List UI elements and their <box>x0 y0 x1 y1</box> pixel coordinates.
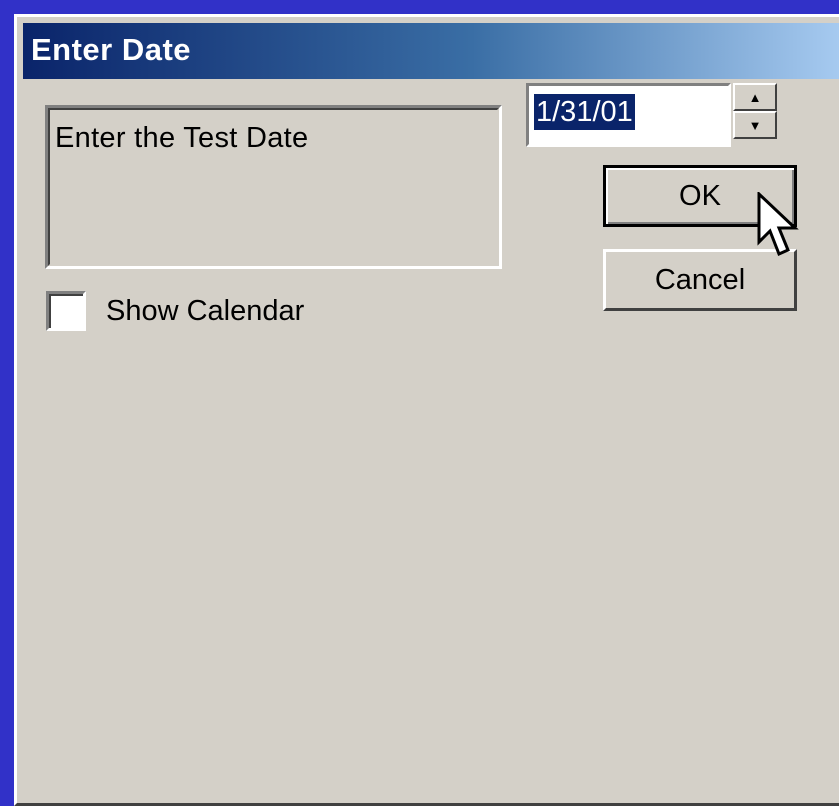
prompt-box: Enter the Test Date <box>45 105 502 269</box>
arrow-up-icon: ▲ <box>748 89 762 105</box>
date-spinner[interactable]: ▲ ▼ <box>733 83 777 139</box>
date-input[interactable]: 1/31/01 <box>526 83 731 147</box>
mouse-pointer-icon <box>757 192 799 257</box>
spin-down-button[interactable]: ▼ <box>733 111 777 139</box>
window-title: Enter Date <box>31 32 192 67</box>
ok-button-label: OK <box>679 179 721 212</box>
show-calendar-label[interactable]: Show Calendar <box>106 295 304 327</box>
enter-date-dialog: Enter Date Enter the Test Date Show Cale… <box>14 14 839 806</box>
date-input-value: 1/31/01 <box>534 94 635 130</box>
arrow-down-icon: ▼ <box>748 117 762 133</box>
show-calendar-checkbox[interactable] <box>46 291 86 331</box>
title-bar[interactable]: Enter Date <box>23 23 839 79</box>
cancel-button-label: Cancel <box>654 263 746 296</box>
prompt-text: Enter the Test Date <box>55 122 309 154</box>
spin-up-button[interactable]: ▲ <box>733 83 777 111</box>
